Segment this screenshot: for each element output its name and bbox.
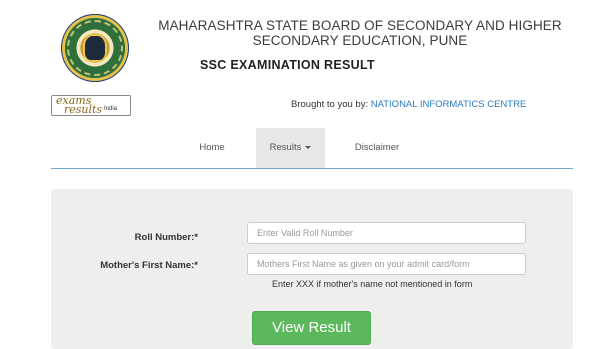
board-logo-icon	[61, 14, 129, 82]
exam-title: SSC EXAMINATION RESULT	[200, 58, 375, 72]
board-title-line1: MAHARASHTRA STATE BOARD OF SECONDARY AND…	[158, 18, 562, 33]
roll-number-input[interactable]	[247, 222, 526, 244]
board-title: MAHARASHTRA STATE BOARD OF SECONDARY AND…	[140, 18, 580, 48]
nav-home[interactable]: Home	[195, 128, 229, 168]
board-title-line2: SECONDARY EDUCATION, PUNE	[252, 33, 468, 48]
brought-to-you-by: Brought to you by: NATIONAL INFORMATICS …	[291, 99, 526, 110]
main-nav: Home Results Disclaimer	[51, 128, 573, 169]
logo-emblem	[85, 36, 105, 60]
nav-results-label: Results	[269, 142, 302, 153]
caret-down-icon	[305, 145, 312, 149]
nic-link[interactable]: NATIONAL INFORMATICS CENTRE	[371, 99, 527, 110]
badge-text-results: results	[64, 103, 103, 116]
mother-name-input[interactable]	[247, 253, 526, 275]
badge-text-india: India	[104, 106, 118, 112]
result-form-panel: Roll Number:* Mother's First Name:* Ente…	[51, 189, 573, 349]
mother-name-hint: Enter XXX if mother's name not mentioned…	[272, 279, 473, 289]
view-result-button[interactable]: View Result	[252, 311, 371, 345]
nav-results-dropdown[interactable]: Results	[256, 128, 325, 168]
exams-results-india-logo[interactable]: exams results India	[51, 95, 131, 116]
mother-name-label: Mother's First Name:*	[100, 260, 198, 271]
brought-prefix: Brought to you by:	[291, 99, 369, 110]
roll-number-label: Roll Number:*	[134, 232, 198, 243]
nav-disclaimer[interactable]: Disclaimer	[353, 128, 401, 168]
